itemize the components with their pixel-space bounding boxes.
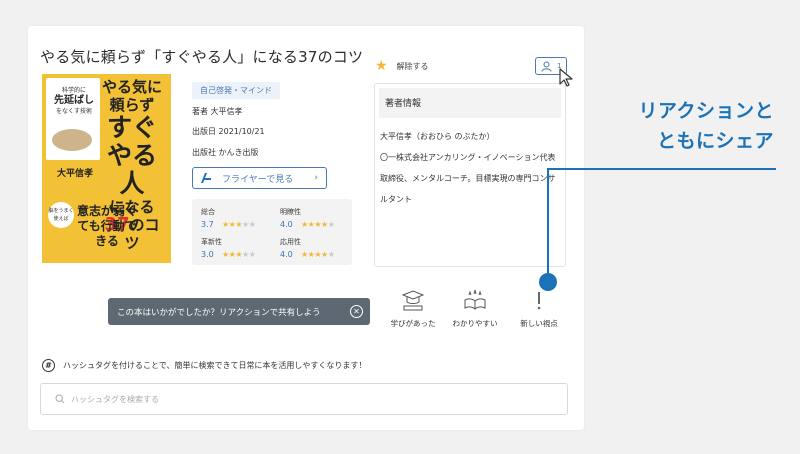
graduation-cap-icon — [401, 290, 425, 311]
author-info-line: 〇一株式会社アンカリング・イノベーション代表 — [380, 153, 556, 162]
reaction-learned-button[interactable]: 学びがあった — [384, 288, 442, 329]
author-info-line: ルタント — [380, 195, 412, 204]
callout-connector — [548, 168, 776, 170]
callout-text: リアクションと ともにシェア — [638, 96, 774, 156]
hashtag-search-input[interactable] — [71, 394, 371, 404]
cover-sloth-illustration — [52, 129, 92, 151]
close-icon[interactable]: ✕ — [350, 305, 363, 318]
flyer-button-label: フライヤーで見る — [222, 174, 294, 185]
rating-stars: ★★★★★ — [222, 220, 256, 229]
rating-label: 総合 — [201, 208, 215, 216]
rating-stars: ★★★★★ — [301, 220, 335, 229]
author-info-heading: 著者情報 — [379, 88, 561, 118]
rating-value: 3.0 — [201, 250, 214, 259]
author-info-line: 取締役、メンタルコーチ。目標実現の専門コンサ — [380, 174, 556, 183]
hashtag-info: # ハッシュタグを付けることで、簡単に検索できて日常に本を活用しやすくなります！ — [42, 359, 366, 372]
rating-label: 明瞭性 — [280, 208, 301, 216]
reaction-prompt-text: この本はいかがでしたか？リアクションで共有しよう — [117, 307, 321, 318]
book-title: やる気に頼らず「すぐやる人」になる37のコツ — [40, 48, 364, 66]
reaction-label: 学びがあった — [390, 319, 436, 328]
search-icon — [55, 394, 65, 404]
cover-author: 大平信孝 — [56, 169, 93, 179]
author-info-panel: 著者情報 大平信孝（おおひら のぶたか） 〇一株式会社アンカリング・イノベーショ… — [374, 83, 566, 267]
callout-dot — [539, 273, 557, 291]
book-author: 著者 大平信孝 — [192, 107, 243, 116]
reaction-clear-button[interactable]: わかりやすい — [446, 288, 504, 329]
hashtag-icon: # — [42, 359, 55, 372]
rating-value: 4.0 — [280, 220, 293, 229]
cover-bottom-text: 意志が弱くても行動できる — [76, 204, 137, 248]
cover-subtitle: 科学的に 先延ばし をなくす技術 — [54, 87, 94, 115]
rating-value: 4.0 — [280, 250, 293, 259]
publish-date: 出版日 2021/10/21 — [192, 127, 265, 136]
chevron-right-icon: › — [314, 173, 318, 183]
rating-stars: ★★★★★ — [301, 250, 335, 259]
rating-label: 革新性 — [201, 238, 222, 246]
reaction-label: 新しい視点 — [520, 319, 558, 328]
rating-stars: ★★★★★ — [222, 250, 256, 259]
callout-line: ともにシェア — [656, 130, 774, 152]
favorite-toggle[interactable]: ★ 解除する — [375, 59, 429, 73]
flyer-logo-icon — [201, 173, 211, 183]
book-card: やる気に頼らず「すぐやる人」になる37のコツ 科学的に 先延ばし をなくす技術 … — [28, 26, 584, 430]
callout-connector — [547, 168, 549, 278]
callout-line: リアクションと — [638, 100, 774, 122]
reaction-prompt-tooltip: この本はいかがでしたか？リアクションで共有しよう ✕ — [108, 298, 370, 325]
hashtag-search-field[interactable] — [40, 383, 568, 415]
mouse-pointer-icon — [559, 68, 573, 87]
book-cover[interactable]: 科学的に 先延ばし をなくす技術 大平信孝 やる気に頼らず すぐやる人 になる3… — [42, 74, 171, 263]
favorite-label: 解除する — [396, 61, 429, 71]
category-tag[interactable]: 自己啓発・マインド — [192, 82, 280, 99]
user-icon — [541, 61, 552, 72]
star-icon: ★ — [375, 58, 388, 74]
hashtag-info-text: ハッシュタグを付けることで、簡単に検索できて日常に本を活用しやすくなります！ — [63, 361, 367, 370]
ratings-panel: 総合 3.7 ★★★★★ 明瞭性 4.0 ★★★★★ 革新性 3.0 ★★★★★… — [192, 199, 352, 265]
rating-value: 3.7 — [201, 220, 214, 229]
author-info-body: 大平信孝（おおひら のぶたか） 〇一株式会社アンカリング・イノベーション代表 取… — [375, 118, 565, 210]
rating-label: 応用性 — [280, 238, 301, 246]
publisher: 出版社 かんき出版 — [192, 148, 259, 157]
author-info-line: 大平信孝（おおひら のぶたか） — [380, 132, 495, 141]
cover-badge: 脳をうまく使えば — [48, 202, 74, 228]
open-book-icon — [464, 289, 486, 310]
reaction-label: わかりやすい — [452, 319, 498, 328]
flyer-button[interactable]: フライヤーで見る › — [192, 167, 327, 189]
reaction-new-perspective-button[interactable]: 新しい視点 — [510, 288, 568, 329]
exclamation-icon — [537, 292, 541, 310]
